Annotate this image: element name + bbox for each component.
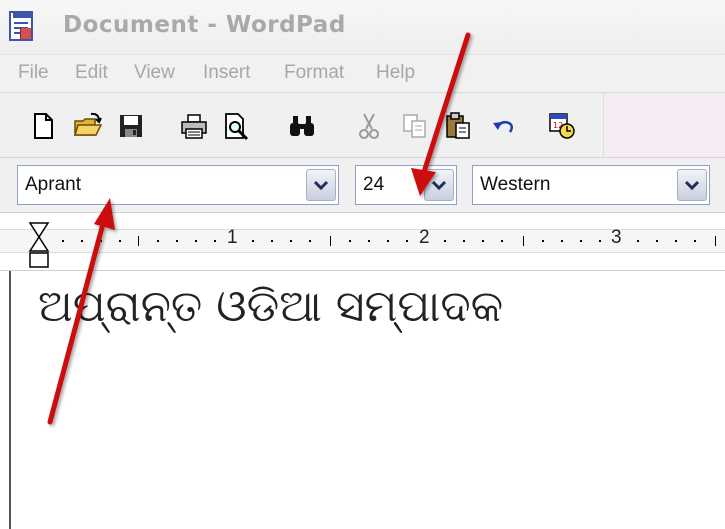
print-icon	[181, 114, 207, 139]
wordpad-app-icon[interactable]	[9, 11, 33, 41]
document-area[interactable]: ଅପ୍ରାନ୍ତ ଓଡିଆ ସମ୍ପାଦକ	[0, 271, 725, 529]
font-size-combobox[interactable]: 24	[355, 165, 457, 205]
paste-icon	[446, 112, 470, 139]
copy-button[interactable]	[398, 109, 432, 143]
copy-icon	[403, 114, 426, 138]
new-document-icon	[34, 113, 53, 139]
toolbar-empty-area	[603, 93, 725, 157]
save-button[interactable]	[114, 109, 148, 143]
font-size-dropdown-button[interactable]	[424, 169, 454, 201]
document-border	[9, 271, 11, 529]
cut-scissors-icon	[359, 113, 379, 139]
open-button[interactable]	[71, 109, 105, 143]
menu-file[interactable]: File	[18, 62, 49, 84]
title-bar: Document - WordPad	[0, 0, 725, 55]
menu-insert[interactable]: Insert	[203, 62, 251, 84]
print-preview-button[interactable]	[219, 109, 253, 143]
font-name-combobox[interactable]: Aprant	[17, 165, 339, 205]
font-name-dropdown-button[interactable]	[306, 169, 336, 201]
insert-date-time-button[interactable]: 12	[545, 109, 579, 143]
paste-button[interactable]	[441, 109, 475, 143]
menu-view[interactable]: View	[134, 62, 175, 84]
chevron-down-icon	[431, 180, 447, 191]
ruler-label: 1	[227, 227, 238, 248]
cut-button[interactable]	[352, 109, 386, 143]
menu-format[interactable]: Format	[284, 62, 344, 84]
chevron-down-icon	[313, 180, 329, 191]
ruler[interactable]: 1 2 3	[0, 213, 725, 271]
script-value: Western	[480, 174, 551, 195]
print-preview-icon	[225, 113, 249, 141]
open-folder-icon	[73, 112, 103, 136]
menu-bar: File Edit View Insert Format Help	[0, 55, 725, 93]
document-text[interactable]: ଅପ୍ରାନ୍ତ ଓଡିଆ ସମ୍ପାଦକ	[38, 281, 503, 332]
chevron-down-icon	[684, 180, 700, 191]
font-size-value: 24	[363, 174, 385, 195]
undo-icon	[493, 120, 513, 133]
standard-toolbar: 12	[0, 93, 725, 158]
indent-marker-icon[interactable]	[27, 221, 55, 271]
script-dropdown-button[interactable]	[677, 169, 707, 201]
undo-button[interactable]	[487, 109, 521, 143]
font-name-value: Aprant	[25, 174, 81, 195]
format-bar: Aprant 24 Western	[0, 158, 725, 213]
find-button[interactable]	[285, 109, 319, 143]
save-floppy-icon	[120, 115, 142, 137]
print-button[interactable]	[177, 109, 211, 143]
menu-edit[interactable]: Edit	[75, 62, 108, 84]
find-binoculars-icon	[290, 116, 314, 136]
new-button[interactable]	[26, 109, 60, 143]
menu-help[interactable]: Help	[376, 62, 415, 84]
ruler-label: 2	[419, 227, 430, 248]
ruler-label: 3	[611, 227, 622, 248]
window-title: Document - WordPad	[63, 12, 346, 38]
script-combobox[interactable]: Western	[472, 165, 710, 205]
insert-date-time-icon: 12	[549, 113, 575, 139]
